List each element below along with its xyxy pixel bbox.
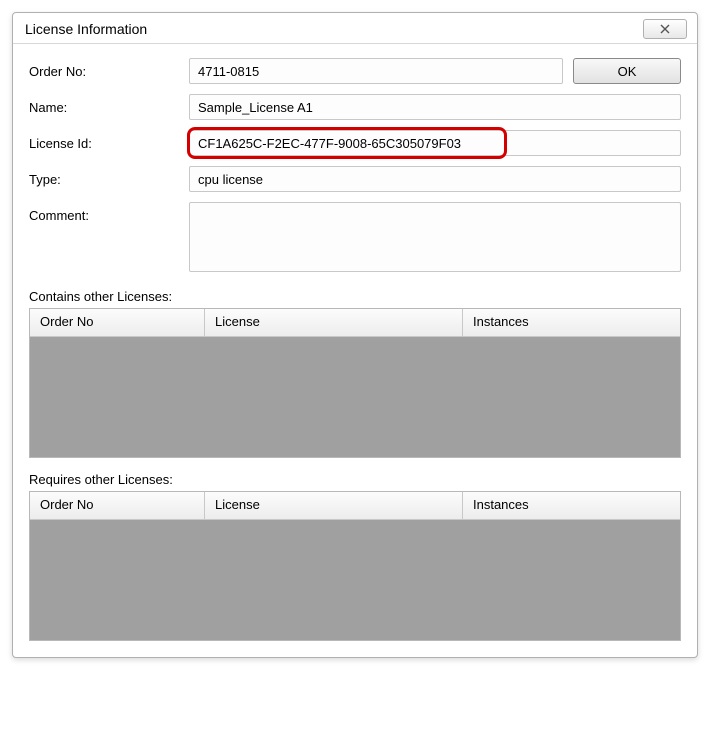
name-label: Name: <box>29 94 189 115</box>
titlebar: License Information <box>13 13 697 44</box>
window-title: License Information <box>25 21 147 37</box>
row-order-no: Order No: OK <box>29 58 681 84</box>
contains-col-instances[interactable]: Instances <box>463 309 680 337</box>
contains-col-order-no[interactable]: Order No <box>30 309 205 337</box>
order-no-label: Order No: <box>29 58 189 79</box>
row-name: Name: <box>29 94 681 120</box>
contains-table-header: Order No License Instances <box>30 309 680 337</box>
ok-button[interactable]: OK <box>573 58 681 84</box>
requires-col-order-no[interactable]: Order No <box>30 492 205 520</box>
requires-table-header: Order No License Instances <box>30 492 680 520</box>
license-info-window: License Information Order No: OK Name: L… <box>12 12 698 658</box>
type-label: Type: <box>29 166 189 187</box>
comment-label: Comment: <box>29 202 189 223</box>
requires-section-label: Requires other Licenses: <box>29 472 681 487</box>
order-no-input[interactable] <box>189 58 563 84</box>
requires-col-instances[interactable]: Instances <box>463 492 680 520</box>
row-comment: Comment: <box>29 202 681 275</box>
requires-col-license[interactable]: License <box>205 492 463 520</box>
row-type: Type: <box>29 166 681 192</box>
license-id-input[interactable] <box>189 130 681 156</box>
contains-table: Order No License Instances <box>29 308 681 458</box>
row-license-id: License Id: <box>29 130 681 156</box>
comment-textarea[interactable] <box>189 202 681 272</box>
requires-table: Order No License Instances <box>29 491 681 641</box>
content-area: Order No: OK Name: License Id: Type: <box>13 44 697 657</box>
type-input[interactable] <box>189 166 681 192</box>
close-button[interactable] <box>643 19 687 39</box>
license-id-label: License Id: <box>29 130 189 151</box>
close-icon <box>659 24 671 34</box>
contains-col-license[interactable]: License <box>205 309 463 337</box>
name-input[interactable] <box>189 94 681 120</box>
contains-section-label: Contains other Licenses: <box>29 289 681 304</box>
